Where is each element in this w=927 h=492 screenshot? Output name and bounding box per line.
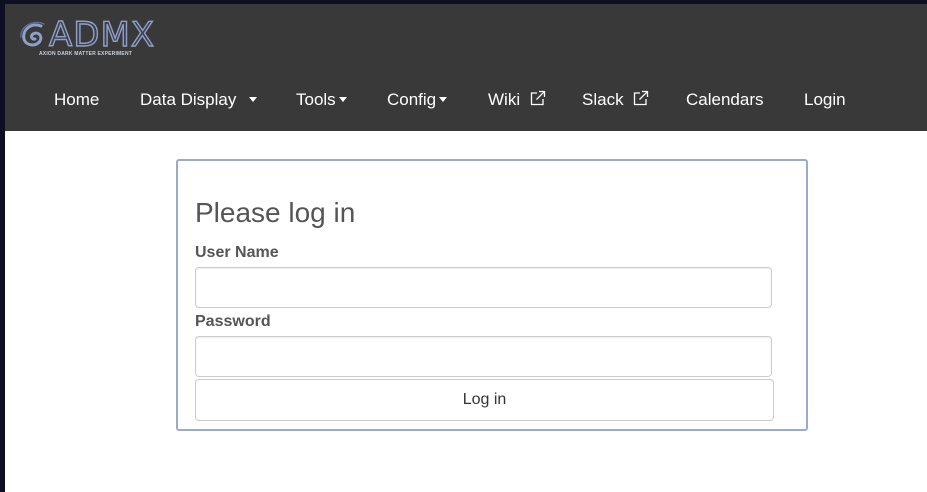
- nav-calendars[interactable]: Calendars: [686, 80, 764, 120]
- logo-text: ADMX: [48, 15, 156, 55]
- nav-login-label: Login: [804, 90, 846, 109]
- caret-down-icon: [249, 97, 258, 103]
- nav-config[interactable]: Config: [387, 80, 448, 120]
- nav-data-display-label: Data Display: [140, 90, 237, 109]
- nav-data-display[interactable]: Data Display: [140, 80, 258, 120]
- nav-slack-label: Slack: [582, 90, 624, 109]
- login-title: Please log in: [195, 197, 356, 228]
- logo-subtitle: AXION DARK MATTER EXPERIMENT: [39, 51, 133, 57]
- login-button[interactable]: Log in: [195, 379, 774, 421]
- nav-tools-label: Tools: [296, 90, 336, 109]
- page: ADMX AXION DARK MATTER EXPERIMENT Home D…: [5, 4, 927, 492]
- login-panel: Please log in User Name Password Log in: [176, 159, 808, 431]
- navbar: ADMX AXION DARK MATTER EXPERIMENT Home D…: [5, 4, 927, 131]
- admx-logo[interactable]: ADMX AXION DARK MATTER EXPERIMENT: [19, 14, 189, 64]
- nav-slack[interactable]: Slack: [582, 80, 649, 120]
- nav-login[interactable]: Login: [804, 80, 846, 120]
- nav-config-label: Config: [387, 90, 437, 109]
- nav-wiki[interactable]: Wiki: [488, 80, 546, 120]
- nav-calendars-label: Calendars: [686, 90, 764, 109]
- external-link-icon: [530, 90, 545, 106]
- caret-down-icon: [439, 97, 448, 103]
- nav-tools[interactable]: Tools: [296, 80, 347, 120]
- nav-wiki-label: Wiki: [488, 90, 521, 109]
- external-link-icon: [634, 90, 649, 106]
- swirl-logo-icon: [20, 21, 45, 47]
- password-input[interactable]: [195, 336, 772, 377]
- password-label: Password: [195, 313, 271, 330]
- username-label: User Name: [195, 244, 279, 261]
- nav-home-label: Home: [54, 90, 100, 109]
- nav-home[interactable]: Home: [54, 80, 99, 120]
- username-input[interactable]: [195, 267, 772, 308]
- caret-down-icon: [338, 97, 347, 103]
